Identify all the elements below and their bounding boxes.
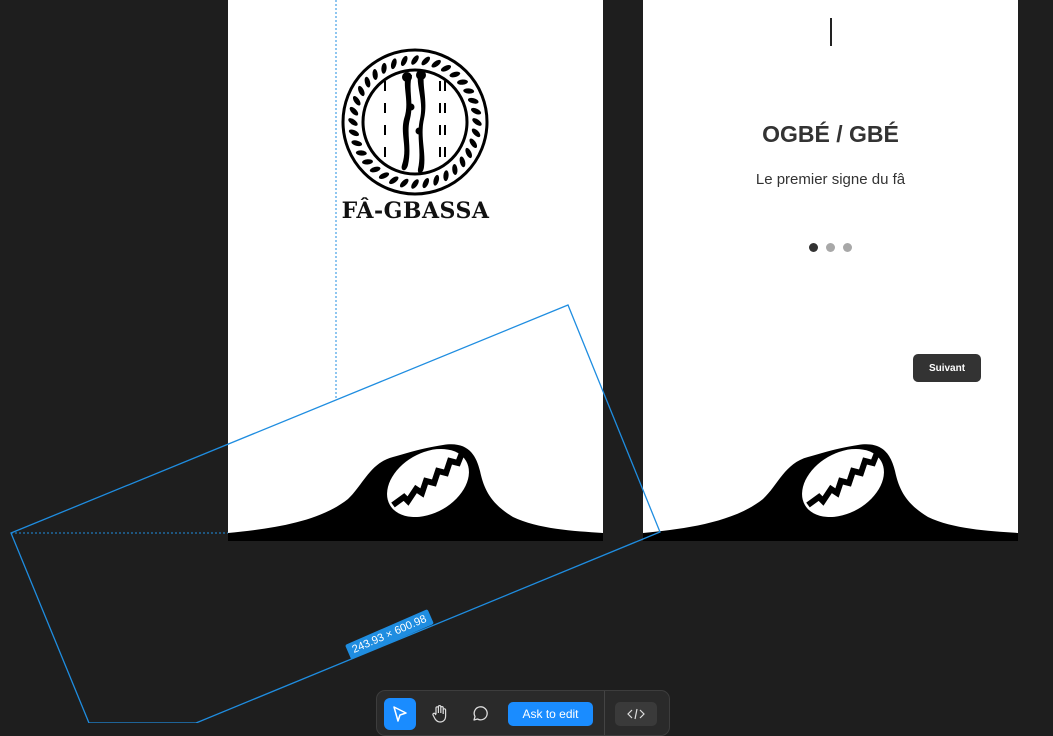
splash-frame[interactable]: FÂ-GBASSA xyxy=(228,0,603,541)
code-icon xyxy=(627,708,645,720)
cowrie-wave-graphic xyxy=(228,444,603,541)
onboarding-frame[interactable]: OGBÉ / GBÉ Le premier signe du fâ Suivan… xyxy=(643,0,1018,541)
next-button[interactable]: Suivant xyxy=(913,354,981,382)
dimensions-badge: 243.93 × 600.98 xyxy=(345,609,434,660)
comment-icon xyxy=(473,706,488,721)
cowrie-wave-graphic xyxy=(643,444,1018,541)
seal-icon xyxy=(341,48,489,196)
toolbar-divider xyxy=(604,691,605,735)
hand-icon xyxy=(432,705,447,723)
code-button[interactable] xyxy=(615,702,657,726)
bottom-toolbar: Ask to edit xyxy=(376,690,670,736)
page-dot-3[interactable] xyxy=(843,243,852,252)
page-indicator xyxy=(809,243,852,252)
onboarding-subtitle: Le premier signe du fâ xyxy=(755,171,906,188)
fa-gbassa-logo xyxy=(340,47,490,197)
hand-tool[interactable] xyxy=(424,698,456,730)
select-tool[interactable] xyxy=(384,698,416,730)
cursor-icon xyxy=(393,706,407,722)
ask-to-edit-button[interactable]: Ask to edit xyxy=(508,702,593,726)
page-dot-2[interactable] xyxy=(826,243,835,252)
page-dot-1[interactable] xyxy=(809,243,818,252)
comment-tool[interactable] xyxy=(464,698,496,730)
text-cursor xyxy=(830,18,832,46)
onboarding-title: OGBÉ / GBÉ xyxy=(762,121,899,147)
brand-title: FÂ-GBASSA xyxy=(341,198,490,224)
